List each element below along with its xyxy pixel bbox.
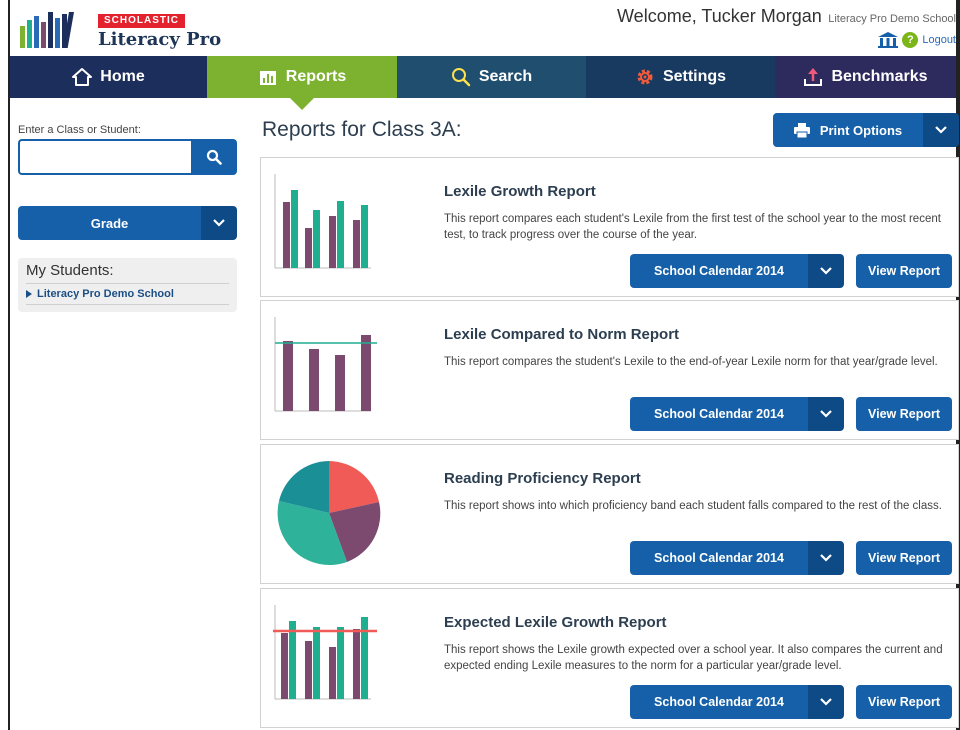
print-options-button[interactable]: Print Options — [773, 113, 959, 147]
header: SCHOLASTIC Literacy Pro Welcome, Tucker … — [10, 0, 956, 56]
nav-reports[interactable]: Reports — [207, 56, 397, 110]
sidebar: Enter a Class or Student: Grade My Stude… — [18, 124, 237, 312]
student-list-item[interactable]: Literacy Pro Demo School — [26, 284, 229, 305]
report-card-expected-growth: Expected Lexile Growth Report This repor… — [260, 588, 959, 728]
search-input[interactable] — [18, 139, 191, 175]
report-card-reading-proficiency: Reading Proficiency Report This report s… — [260, 444, 959, 584]
student-item-label: Literacy Pro Demo School — [37, 288, 174, 300]
my-students-panel: My Students: Literacy Pro Demo School — [18, 258, 237, 312]
chevron-down-icon[interactable] — [923, 113, 959, 147]
printer-icon — [793, 122, 810, 138]
print-options-label: Print Options — [819, 122, 903, 138]
view-report-button[interactable]: View Report — [856, 685, 952, 719]
report-description: This report shows the Lexile growth expe… — [444, 644, 943, 672]
reading-proficiency-thumbnail — [277, 461, 381, 565]
report-card-lexile-growth: Lexile Growth Report This report compare… — [260, 157, 959, 297]
calendar-label: School Calendar 2014 — [630, 254, 808, 288]
nav-home-label: Home — [100, 68, 145, 85]
logo-bars-icon — [20, 12, 74, 48]
nav-benchmarks[interactable]: Benchmarks — [775, 56, 956, 98]
calendar-dropdown[interactable]: School Calendar 2014 — [630, 254, 844, 288]
view-report-button[interactable]: View Report — [856, 254, 952, 288]
magnifier-icon — [451, 68, 471, 87]
chevron-down-icon — [808, 397, 844, 431]
nav-home[interactable]: Home — [10, 56, 207, 98]
chevron-down-icon — [201, 206, 237, 240]
calendar-label: School Calendar 2014 — [630, 685, 808, 719]
calendar-label: School Calendar 2014 — [630, 397, 808, 431]
report-description: This report compares the student's Lexil… — [444, 356, 938, 368]
chevron-down-icon — [808, 541, 844, 575]
brand-name: Literacy Pro — [98, 29, 222, 50]
search-label: Enter a Class or Student: — [18, 124, 141, 136]
report-title: Expected Lexile Growth Report — [444, 614, 667, 631]
class-student-search — [18, 139, 237, 175]
my-students-title: My Students: — [26, 262, 114, 279]
frame-left-edge — [8, 0, 10, 730]
report-card-lexile-norm: Lexile Compared to Norm Report This repo… — [260, 300, 959, 440]
report-description: This report shows into which proficiency… — [444, 500, 942, 512]
calendar-dropdown[interactable]: School Calendar 2014 — [630, 541, 844, 575]
calendar-dropdown[interactable]: School Calendar 2014 — [630, 685, 844, 719]
nav-reports-label: Reports — [285, 68, 347, 85]
report-title: Reading Proficiency Report — [444, 470, 641, 487]
calendar-dropdown[interactable]: School Calendar 2014 — [630, 397, 844, 431]
nav-active-pointer — [290, 98, 314, 110]
caret-right-icon — [26, 290, 32, 298]
expected-growth-thumbnail — [273, 605, 377, 700]
main-nav: Home Reports Search Settings Benchmarks — [10, 56, 956, 110]
header-icons: ? Logout — [878, 32, 956, 48]
nav-settings-label: Settings — [662, 68, 727, 85]
search-icon — [206, 149, 222, 165]
welcome-line: Welcome, Tucker Morgan Literacy Pro Demo… — [617, 6, 956, 27]
chevron-down-icon — [808, 254, 844, 288]
nav-search-label: Search — [478, 68, 533, 85]
report-title: Lexile Growth Report — [444, 183, 596, 200]
view-report-button[interactable]: View Report — [856, 541, 952, 575]
calendar-label: School Calendar 2014 — [630, 541, 808, 575]
home-icon — [72, 68, 93, 86]
nav-search[interactable]: Search — [397, 56, 586, 98]
logo[interactable]: SCHOLASTIC Literacy Pro — [20, 8, 222, 50]
help-icon[interactable]: ? — [902, 32, 919, 48]
report-title: Lexile Compared to Norm Report — [444, 326, 680, 343]
logout-link[interactable]: Logout — [922, 34, 956, 46]
welcome-text: Welcome, Tucker Morgan — [617, 6, 822, 26]
search-button[interactable] — [191, 139, 237, 175]
bar-chart-icon — [259, 71, 276, 85]
lexile-growth-thumbnail — [274, 174, 371, 269]
building-icon[interactable] — [878, 32, 899, 48]
upload-icon — [804, 68, 823, 86]
view-report-button[interactable]: View Report — [856, 397, 952, 431]
lexile-norm-thumbnail — [274, 317, 377, 412]
report-description: This report compares each student's Lexi… — [444, 213, 941, 241]
grade-dropdown[interactable]: Grade — [18, 206, 237, 240]
print-options-main[interactable]: Print Options — [773, 113, 923, 147]
chevron-down-icon — [808, 685, 844, 719]
scholastic-badge: SCHOLASTIC — [98, 14, 185, 28]
school-name: Literacy Pro Demo School — [828, 13, 956, 25]
gear-icon — [637, 69, 653, 85]
page-title: Reports for Class 3A: — [262, 118, 462, 141]
grade-label: Grade — [18, 206, 201, 240]
nav-settings[interactable]: Settings — [586, 56, 775, 98]
nav-benchmarks-label: Benchmarks — [831, 68, 928, 85]
